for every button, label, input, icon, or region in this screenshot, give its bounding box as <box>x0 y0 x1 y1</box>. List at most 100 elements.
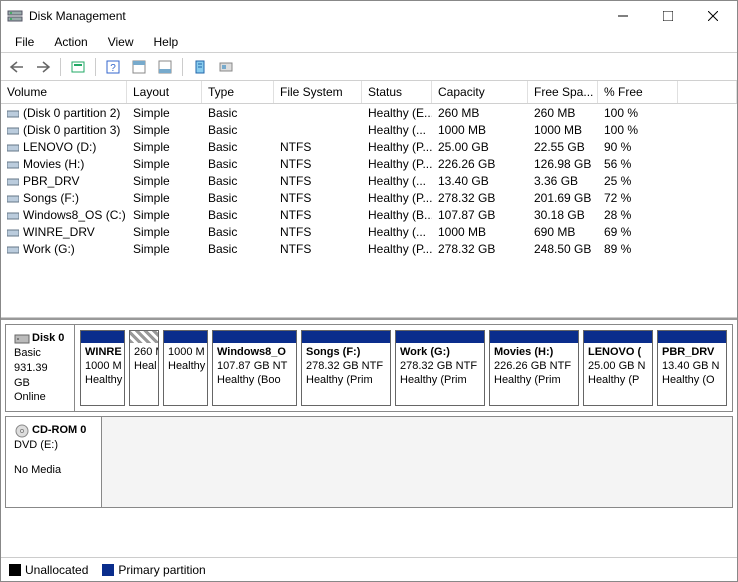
col-capacity[interactable]: Capacity <box>432 81 528 103</box>
minimize-button[interactable] <box>600 1 645 31</box>
disk-info[interactable]: Disk 0Basic931.39 GBOnline <box>6 325 75 411</box>
cell-status: Healthy (B... <box>362 207 432 223</box>
table-row[interactable]: (Disk 0 partition 2)SimpleBasicHealthy (… <box>1 104 737 121</box>
partition-body: PBR_DRV13.40 GB NHealthy (O <box>658 343 726 390</box>
cell-status: Healthy (P... <box>362 156 432 172</box>
refresh-icon[interactable] <box>66 56 90 78</box>
cell-status: Healthy (... <box>362 224 432 240</box>
table-row[interactable]: Movies (H:)SimpleBasicNTFSHealthy (P...2… <box>1 155 737 172</box>
partition-body: 1000 MHealthy <box>164 343 207 377</box>
cell-status: Healthy (P... <box>362 139 432 155</box>
view-bottom-icon[interactable] <box>153 56 177 78</box>
partition-name: Songs (F:) <box>306 346 386 360</box>
cell-layout: Simple <box>127 241 202 257</box>
hdd-icon <box>14 332 30 344</box>
cell-free: 22.55 GB <box>528 139 598 155</box>
cell-capacity: 1000 MB <box>432 224 528 240</box>
cell-status: Healthy (E... <box>362 105 432 121</box>
partition-block[interactable]: LENOVO (25.00 GB NHealthy (P <box>583 330 653 406</box>
properties-icon[interactable] <box>188 56 212 78</box>
partition-block[interactable]: 1000 MHealthy <box>163 330 208 406</box>
volume-list-header: Volume Layout Type File System Status Ca… <box>1 81 737 104</box>
disk-status: No Media <box>14 463 93 478</box>
volume-name: WINRE_DRV <box>23 225 95 239</box>
partition-status: Healthy (O <box>662 374 722 388</box>
titlebar: Disk Management <box>1 1 737 31</box>
partition-status: Healthy (Prim <box>306 374 386 388</box>
legend-unallocated-label: Unallocated <box>25 563 88 577</box>
cell-filesystem: NTFS <box>274 241 362 257</box>
col-percentfree[interactable]: % Free <box>598 81 678 103</box>
menu-help[interactable]: Help <box>144 33 189 51</box>
cell-type: Basic <box>202 105 274 121</box>
partition-block[interactable]: WINRE1000 MHealthy <box>80 330 125 406</box>
view-top-icon[interactable] <box>127 56 151 78</box>
table-row[interactable]: (Disk 0 partition 3)SimpleBasicHealthy (… <box>1 121 737 138</box>
cell-capacity: 1000 MB <box>432 122 528 138</box>
cell-volume: Movies (H:) <box>1 156 127 172</box>
col-filesystem[interactable]: File System <box>274 81 362 103</box>
window-title: Disk Management <box>29 9 600 23</box>
partition-block[interactable]: Windows8_O107.87 GB NTHealthy (Boo <box>212 330 297 406</box>
back-button[interactable] <box>5 56 29 78</box>
maximize-button[interactable] <box>645 1 690 31</box>
partition-block[interactable]: PBR_DRV13.40 GB NHealthy (O <box>657 330 727 406</box>
partition-block[interactable]: Movies (H:)226.26 GB NTFHealthy (Prim <box>489 330 579 406</box>
menu-action[interactable]: Action <box>44 33 97 51</box>
partition-name: LENOVO ( <box>588 346 648 360</box>
table-row[interactable]: Windows8_OS (C:)SimpleBasicNTFSHealthy (… <box>1 206 737 223</box>
cell-type: Basic <box>202 173 274 189</box>
col-volume[interactable]: Volume <box>1 81 127 103</box>
cell-status: Healthy (... <box>362 173 432 189</box>
partition-block[interactable]: Work (G:)278.32 GB NTFHealthy (Prim <box>395 330 485 406</box>
table-row[interactable]: WINRE_DRVSimpleBasicNTFSHealthy (...1000… <box>1 223 737 240</box>
partition-size: 278.32 GB NTF <box>400 360 480 374</box>
partition-block[interactable]: Songs (F:)278.32 GB NTFHealthy (Prim <box>301 330 391 406</box>
partition-status: Healthy (Prim <box>400 374 480 388</box>
table-row[interactable]: PBR_DRVSimpleBasicNTFSHealthy (...13.40 … <box>1 172 737 189</box>
col-layout[interactable]: Layout <box>127 81 202 103</box>
cell-filesystem: NTFS <box>274 207 362 223</box>
toolbar-separator <box>60 58 61 76</box>
settings-icon[interactable] <box>214 56 238 78</box>
forward-button[interactable] <box>31 56 55 78</box>
partition-name: WINRE <box>85 346 120 360</box>
primary-swatch-icon <box>102 564 114 576</box>
col-type[interactable]: Type <box>202 81 274 103</box>
disk-type: DVD (E:) <box>14 438 93 453</box>
cell-percentfree: 25 % <box>598 173 678 189</box>
disk-row: CD-ROM 0DVD (E:)No Media <box>5 416 733 508</box>
cell-type: Basic <box>202 139 274 155</box>
partition-block[interactable]: 260 MHeal <box>129 330 159 406</box>
partition-name: PBR_DRV <box>662 346 722 360</box>
table-row[interactable]: LENOVO (D:)SimpleBasicNTFSHealthy (P...2… <box>1 138 737 155</box>
partition-header <box>164 331 207 343</box>
cdrom-icon <box>14 424 30 436</box>
partition-header <box>213 331 296 343</box>
close-button[interactable] <box>690 1 735 31</box>
cell-percentfree: 100 % <box>598 105 678 121</box>
svg-text:?: ? <box>110 63 116 74</box>
drive-icon <box>7 142 19 152</box>
partition-name: Movies (H:) <box>494 346 574 360</box>
drive-icon <box>7 244 19 254</box>
toolbar-separator <box>95 58 96 76</box>
table-row[interactable]: Songs (F:)SimpleBasicNTFSHealthy (P...27… <box>1 189 737 206</box>
disk-status: Online <box>14 390 66 405</box>
col-status[interactable]: Status <box>362 81 432 103</box>
cell-type: Basic <box>202 156 274 172</box>
cell-type: Basic <box>202 224 274 240</box>
cell-percentfree: 100 % <box>598 122 678 138</box>
cell-free: 201.69 GB <box>528 190 598 206</box>
cell-status: Healthy (... <box>362 122 432 138</box>
col-free[interactable]: Free Spa... <box>528 81 598 103</box>
partition-name: Work (G:) <box>400 346 480 360</box>
help-icon[interactable]: ? <box>101 56 125 78</box>
cell-capacity: 278.32 GB <box>432 241 528 257</box>
cell-free: 1000 MB <box>528 122 598 138</box>
table-row[interactable]: Work (G:)SimpleBasicNTFSHealthy (P...278… <box>1 240 737 257</box>
app-icon <box>7 8 23 24</box>
menu-file[interactable]: File <box>5 33 44 51</box>
disk-info[interactable]: CD-ROM 0DVD (E:)No Media <box>6 417 102 507</box>
menu-view[interactable]: View <box>98 33 144 51</box>
